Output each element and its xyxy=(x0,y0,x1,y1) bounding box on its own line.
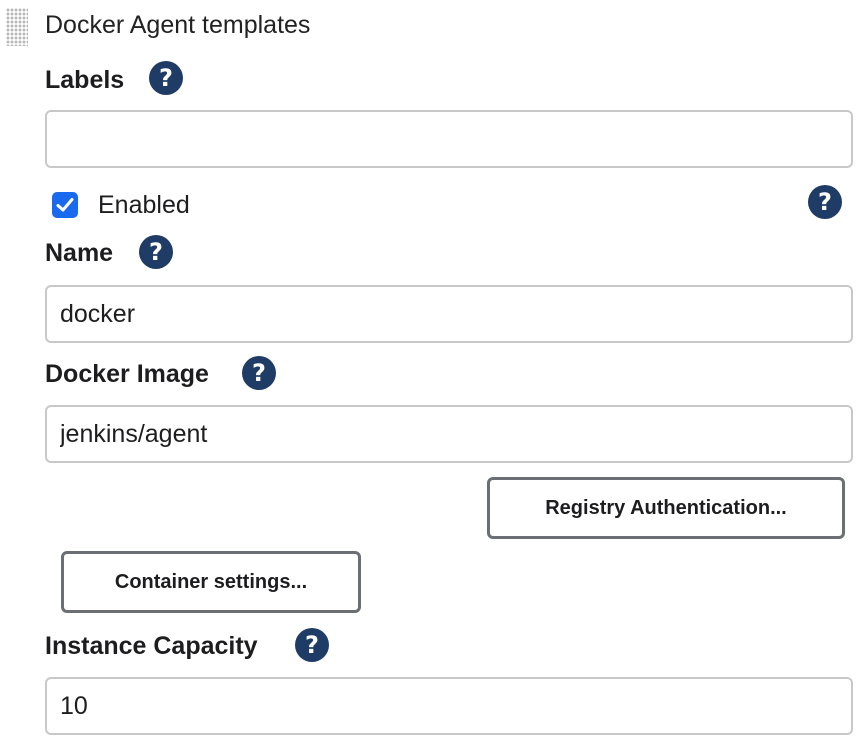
instance-capacity-input[interactable] xyxy=(45,677,853,735)
instance-capacity-label: Instance Capacity xyxy=(45,632,258,660)
name-input[interactable] xyxy=(45,285,853,343)
enabled-label: Enabled xyxy=(98,191,190,219)
labels-help-icon[interactable]: ? xyxy=(149,61,183,95)
registry-authentication-button[interactable]: Registry Authentication... xyxy=(487,477,845,539)
instance-capacity-help-icon[interactable]: ? xyxy=(295,628,329,662)
docker-image-label: Docker Image xyxy=(45,360,209,388)
docker-image-input[interactable] xyxy=(45,405,853,463)
labels-label: Labels xyxy=(45,66,125,94)
container-settings-button[interactable]: Container settings... xyxy=(61,551,361,613)
name-label: Name xyxy=(45,239,114,267)
checkmark-icon xyxy=(56,198,74,212)
labels-input[interactable] xyxy=(45,110,853,168)
docker-image-help-icon[interactable]: ? xyxy=(242,356,276,390)
name-help-icon[interactable]: ? xyxy=(139,235,173,269)
enabled-checkbox[interactable] xyxy=(52,192,78,218)
enabled-help-icon[interactable]: ? xyxy=(808,185,842,219)
section-title: Docker Agent templates xyxy=(45,11,311,39)
drag-handle-icon[interactable] xyxy=(6,8,28,46)
